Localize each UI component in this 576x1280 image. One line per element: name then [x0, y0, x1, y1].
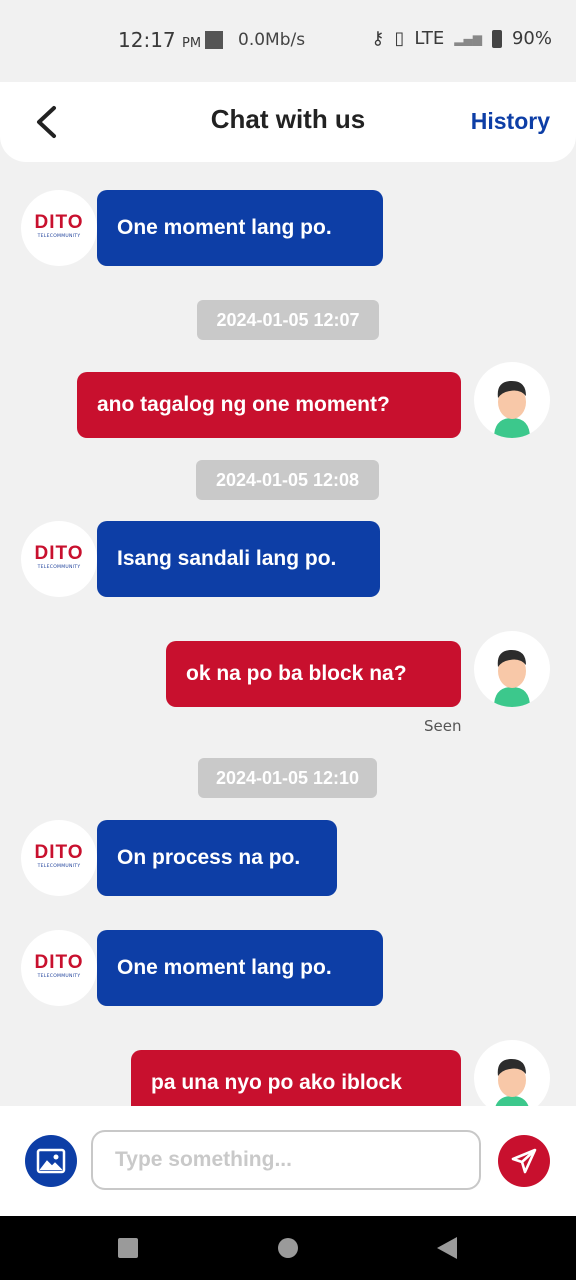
message-timestamp: 2024-01-05 12:10 — [198, 758, 377, 798]
user-message[interactable]: pa una nyo po ako iblock — [131, 1050, 461, 1106]
message-timestamp: 2024-01-05 12:07 — [197, 300, 379, 340]
user-message[interactable]: ano tagalog ng one moment? — [77, 372, 461, 438]
back-nav-button[interactable] — [437, 1237, 457, 1259]
agent-avatar: DITO TELECOMMUNITY — [21, 521, 97, 597]
signal-icon: ▂▄▆ — [454, 31, 482, 46]
agent-avatar: DITO TELECOMMUNITY — [21, 930, 97, 1006]
vibrate-icon: ▯ — [394, 28, 405, 49]
agent-message[interactable]: On process na po. — [97, 820, 337, 896]
dito-logo: DITO TELECOMMUNITY — [34, 212, 84, 239]
send-button[interactable] — [498, 1135, 550, 1187]
user-avatar — [474, 631, 550, 707]
system-nav-bar — [0, 1216, 576, 1280]
key-icon: ⚷ — [371, 28, 385, 49]
agent-message[interactable]: Isang sandali lang po. — [97, 521, 380, 597]
notification-icon — [205, 31, 223, 49]
message-seen-status: Seen — [424, 717, 462, 735]
message-timestamp: 2024-01-05 12:08 — [196, 460, 379, 500]
network-type: LTE — [414, 28, 445, 49]
message-input[interactable] — [91, 1130, 481, 1190]
history-link[interactable]: History — [471, 108, 550, 135]
image-icon — [36, 1148, 66, 1174]
status-right: ⚷ ▯ LTE ▂▄▆ 90% — [371, 28, 552, 49]
dito-logo: DITO TELECOMMUNITY — [34, 543, 84, 570]
chat-header: Chat with us History — [0, 82, 576, 162]
chat-messages[interactable]: DITO TELECOMMUNITY One moment lang po. 2… — [0, 162, 576, 1106]
dito-logo: DITO TELECOMMUNITY — [34, 842, 84, 869]
user-avatar-icon — [495, 1058, 529, 1106]
user-avatar — [474, 362, 550, 438]
user-message[interactable]: ok na po ba block na? — [166, 641, 461, 707]
status-bar: 12:17 PM 0.0Mb/s ⚷ ▯ LTE ▂▄▆ 90% — [0, 0, 576, 82]
dito-logo: DITO TELECOMMUNITY — [34, 952, 84, 979]
message-composer — [0, 1106, 576, 1216]
home-button[interactable] — [278, 1238, 298, 1258]
user-avatar — [474, 1040, 550, 1106]
battery-level: 90% — [511, 28, 552, 49]
status-time: 12:17 PM — [118, 28, 202, 52]
agent-message[interactable]: One moment lang po. — [97, 930, 383, 1006]
recents-button[interactable] — [118, 1238, 138, 1258]
agent-avatar: DITO TELECOMMUNITY — [21, 820, 97, 896]
agent-avatar: DITO TELECOMMUNITY — [21, 190, 97, 266]
agent-message[interactable]: One moment lang po. — [97, 190, 383, 266]
network-speed: 0.0Mb/s — [238, 30, 306, 50]
battery-icon — [491, 29, 502, 48]
send-icon — [511, 1148, 537, 1174]
attach-image-button[interactable] — [25, 1135, 77, 1187]
user-avatar-icon — [494, 649, 530, 707]
user-avatar-icon — [494, 380, 530, 438]
